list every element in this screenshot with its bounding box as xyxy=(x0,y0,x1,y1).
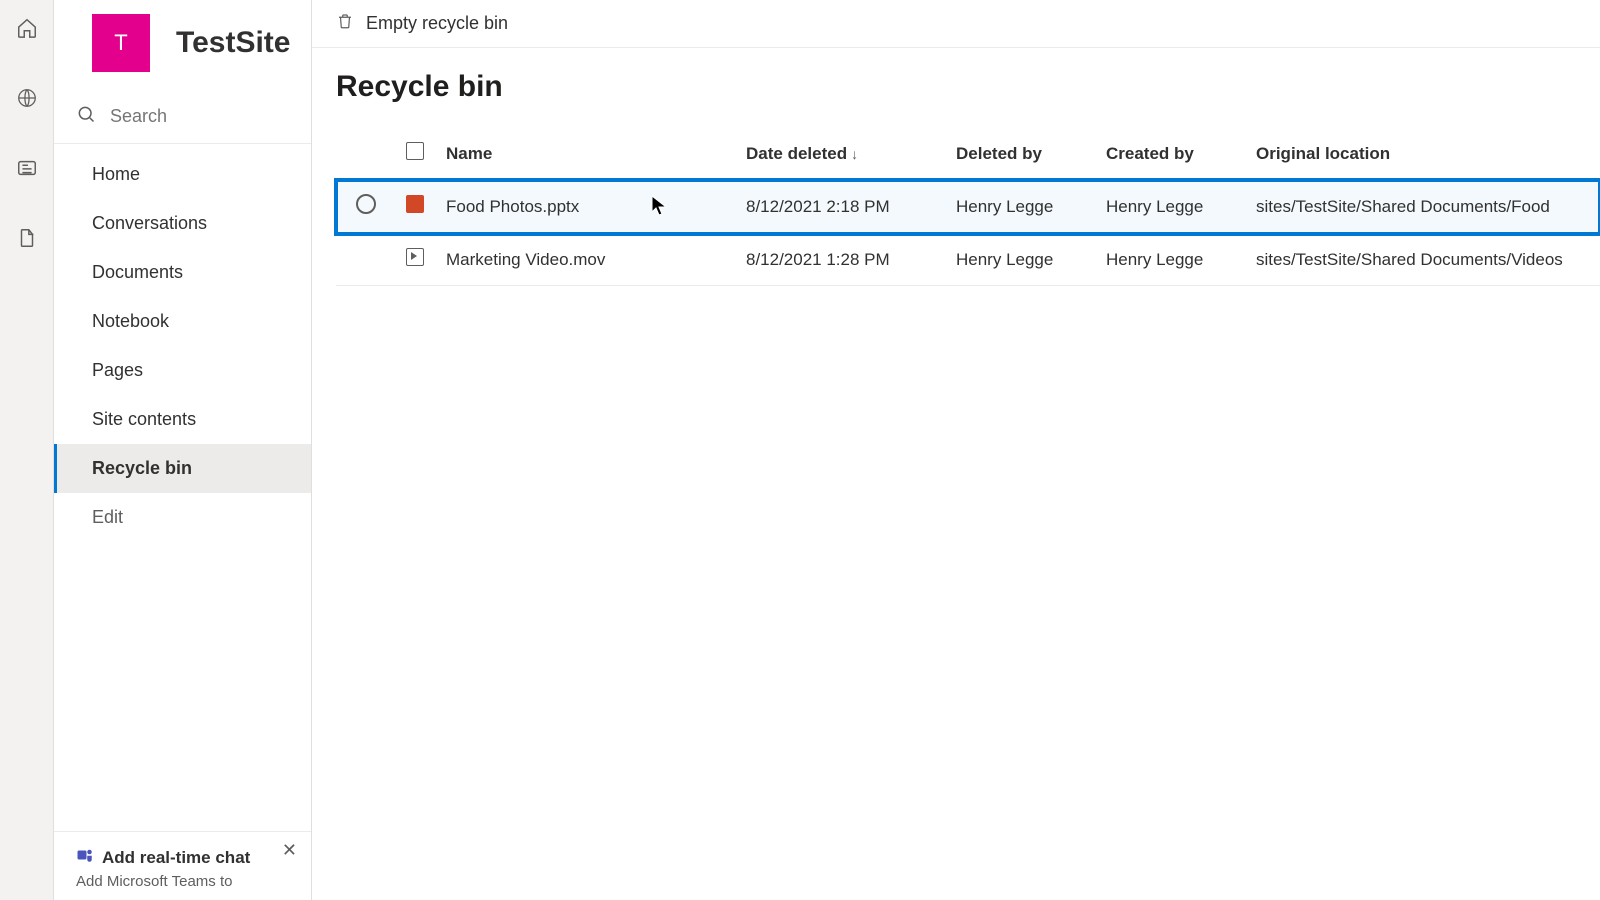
col-type-icon[interactable] xyxy=(396,132,436,180)
col-created-by[interactable]: Created by xyxy=(1096,132,1246,180)
nav-label: Pages xyxy=(92,360,143,380)
trash-icon xyxy=(336,12,354,35)
nav-label: Notebook xyxy=(92,311,169,331)
nav-label: Site contents xyxy=(92,409,196,429)
app-bar xyxy=(0,0,54,900)
nav-label: Conversations xyxy=(92,213,207,233)
powerpoint-icon xyxy=(406,195,424,213)
table-header-row: Name Date deleted↓ Deleted by Created by… xyxy=(336,132,1600,180)
appbar-home-icon[interactable] xyxy=(0,8,54,48)
appbar-globe-icon[interactable] xyxy=(0,78,54,118)
site-logo[interactable]: T xyxy=(92,14,150,72)
teams-icon xyxy=(76,846,94,869)
nav-label: Recycle bin xyxy=(92,458,192,478)
cell-deleted-by: Henry Legge xyxy=(946,180,1096,234)
nav-label: Home xyxy=(92,164,140,184)
cell-created-by: Henry Legge xyxy=(1096,180,1246,234)
nav-edit[interactable]: Edit xyxy=(54,493,311,542)
col-select[interactable] xyxy=(336,132,396,180)
table-row[interactable]: Food Photos.pptx 8/12/2021 2:18 PM Henry… xyxy=(336,180,1600,234)
table-row[interactable]: Marketing Video.mov 8/12/2021 1:28 PM He… xyxy=(336,234,1600,286)
appbar-files-icon[interactable] xyxy=(0,218,54,258)
sort-descending-icon: ↓ xyxy=(851,146,858,162)
cell-date-deleted: 8/12/2021 2:18 PM xyxy=(736,180,946,234)
nav-site-contents[interactable]: Site contents xyxy=(54,395,311,444)
teams-promo: ✕ Add real-time chat Add Microsoft Teams… xyxy=(54,831,311,900)
empty-recycle-bin-button[interactable]: Empty recycle bin xyxy=(366,13,508,34)
site-header: T TestSite xyxy=(54,0,311,90)
nav-documents[interactable]: Documents xyxy=(54,248,311,297)
command-bar: Empty recycle bin xyxy=(312,0,1600,48)
teams-promo-title: Add real-time chat xyxy=(102,848,250,868)
search-icon xyxy=(76,104,96,129)
search-input[interactable] xyxy=(110,106,291,127)
cell-deleted-by: Henry Legge xyxy=(946,234,1096,286)
cell-original-location: sites/TestSite/Shared Documents/Food xyxy=(1246,180,1600,234)
cell-created-by: Henry Legge xyxy=(1096,234,1246,286)
content-area: Recycle bin Name Date deleted↓ Deleted b… xyxy=(312,48,1600,286)
cell-name: Food Photos.pptx xyxy=(436,180,736,234)
nav-home[interactable]: Home xyxy=(54,150,311,199)
nav-notebook[interactable]: Notebook xyxy=(54,297,311,346)
nav-pages[interactable]: Pages xyxy=(54,346,311,395)
col-name[interactable]: Name xyxy=(436,132,736,180)
cell-name: Marketing Video.mov xyxy=(436,234,736,286)
left-nav: Home Conversations Documents Notebook Pa… xyxy=(54,144,311,548)
search-row[interactable] xyxy=(54,90,311,144)
nav-recycle-bin[interactable]: Recycle bin xyxy=(54,444,311,493)
file-icon xyxy=(406,142,424,160)
cell-date-deleted: 8/12/2021 1:28 PM xyxy=(736,234,946,286)
cell-original-location: sites/TestSite/Shared Documents/Videos xyxy=(1246,234,1600,286)
teams-promo-desc: Add Microsoft Teams to xyxy=(76,873,293,890)
row-selector[interactable] xyxy=(356,194,376,214)
site-logo-letter: T xyxy=(114,30,127,56)
col-date-deleted[interactable]: Date deleted↓ xyxy=(736,132,946,180)
nav-conversations[interactable]: Conversations xyxy=(54,199,311,248)
col-original-location[interactable]: Original location xyxy=(1246,132,1600,180)
video-icon xyxy=(406,248,424,266)
appbar-news-icon[interactable] xyxy=(0,148,54,188)
site-title[interactable]: TestSite xyxy=(176,26,290,60)
nav-label: Documents xyxy=(92,262,183,282)
recycle-bin-table: Name Date deleted↓ Deleted by Created by… xyxy=(336,132,1600,286)
nav-label: Edit xyxy=(92,507,123,527)
left-column: T TestSite Home Conversations Documents … xyxy=(54,0,312,900)
main-area: Empty recycle bin Recycle bin Name Date … xyxy=(312,0,1600,900)
col-deleted-by[interactable]: Deleted by xyxy=(946,132,1096,180)
close-icon[interactable]: ✕ xyxy=(282,840,297,861)
page-title: Recycle bin xyxy=(336,70,1600,104)
